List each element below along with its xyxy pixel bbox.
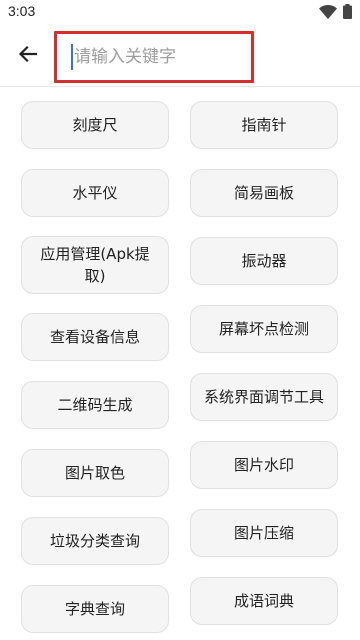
tool-button-idiom-dictionary[interactable]: 成语词典 (190, 577, 338, 625)
tool-button-device-info[interactable]: 查看设备信息 (21, 313, 169, 361)
tool-button-image-compress[interactable]: 图片压缩 (190, 509, 338, 557)
tool-button-qrcode-generator[interactable]: 二维码生成 (21, 381, 169, 429)
tool-button-vibrator[interactable]: 振动器 (190, 237, 338, 285)
tool-button-system-ui-tuner[interactable]: 系统界面调节工具 (190, 373, 338, 421)
tool-button-color-picker[interactable]: 图片取色 (21, 449, 169, 497)
tool-button-dead-pixel-test[interactable]: 屏幕坏点检测 (190, 305, 338, 353)
tool-button-dictionary[interactable]: 字典查询 (21, 585, 169, 633)
tool-button-image-watermark[interactable]: 图片水印 (190, 441, 338, 489)
tool-grid: 刻度尺 水平仪 应用管理(Apk提取) 查看设备信息 二维码生成 图片取色 垃圾… (0, 0, 360, 640)
tool-button-app-manager[interactable]: 应用管理(Apk提取) (21, 236, 169, 294)
tool-button-garbage-sorting[interactable]: 垃圾分类查询 (21, 517, 169, 565)
tool-button-level[interactable]: 水平仪 (21, 169, 169, 217)
tool-button-compass[interactable]: 指南针 (190, 101, 338, 149)
tool-button-drawing-board[interactable]: 简易画板 (190, 169, 338, 217)
tool-button-ruler[interactable]: 刻度尺 (21, 101, 169, 149)
